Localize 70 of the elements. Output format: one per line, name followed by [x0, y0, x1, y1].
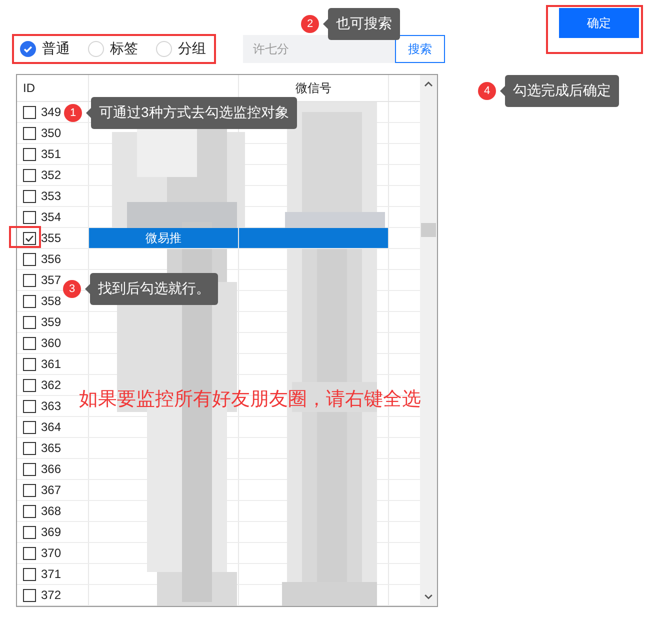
column-header: ID [23, 81, 35, 95]
checkbox[interactable] [23, 378, 36, 392]
checkbox[interactable] [23, 336, 36, 350]
scroll-up-icon[interactable] [424, 81, 433, 87]
row-id: 366 [41, 462, 62, 476]
filter-mode-radio[interactable]: 标签 [88, 40, 138, 58]
column-header: 微信号 [296, 80, 332, 96]
checkbox[interactable] [23, 504, 36, 518]
checkbox[interactable] [23, 210, 36, 224]
checkbox[interactable] [23, 442, 36, 454]
filter-mode-radio[interactable]: 普通 [20, 40, 70, 58]
tooltip: 可通过3种方式去勾选监控对象 [86, 97, 297, 129]
row-id: 365 [41, 441, 62, 455]
checkbox[interactable] [23, 546, 36, 560]
row-id: 369 [41, 525, 62, 539]
checkbox[interactable] [23, 484, 36, 496]
search-button[interactable]: 搜索 [395, 35, 445, 63]
confirm-button[interactable]: 确定 [559, 8, 639, 38]
selected-cell[interactable] [239, 228, 389, 248]
step-badge: 2 [301, 15, 319, 33]
row-id: 359 [41, 315, 62, 329]
checkbox[interactable] [23, 106, 36, 118]
checkbox[interactable] [23, 168, 36, 182]
checkbox[interactable] [23, 294, 36, 308]
filter-mode-radio[interactable]: 分组 [156, 40, 206, 58]
row-id: 360 [41, 336, 62, 350]
row-id: 349 [41, 105, 62, 119]
row-id: 358 [41, 294, 62, 308]
note-text: 如果要监控所有好友朋友圈，请右键全选 [79, 388, 421, 412]
scroll-down-icon[interactable] [424, 594, 433, 600]
checkbox[interactable] [23, 420, 36, 434]
checkbox[interactable] [23, 526, 36, 538]
checkbox[interactable] [23, 190, 36, 202]
selected-cell[interactable]: 微易推 [89, 228, 239, 248]
checkbox[interactable] [23, 316, 36, 328]
row-id: 355 [41, 231, 62, 245]
checkbox[interactable] [23, 126, 36, 140]
row-id: 367 [41, 483, 62, 497]
tooltip: 勾选完成后确定 [500, 75, 619, 107]
scroll-thumb[interactable] [421, 223, 436, 237]
tooltip: 也可搜索 [323, 8, 400, 40]
row-id: 350 [41, 126, 62, 140]
search-field[interactable]: 许七分 [243, 35, 395, 63]
row-id: 370 [41, 546, 62, 560]
row-id: 353 [41, 189, 62, 203]
checkbox[interactable] [23, 148, 36, 160]
row-id: 356 [41, 252, 62, 266]
tooltip: 找到后勾选就行。 [85, 273, 218, 305]
row-id: 357 [41, 273, 62, 287]
highlight-frame [9, 226, 41, 248]
row-id: 361 [41, 357, 62, 371]
checkbox[interactable] [23, 568, 36, 580]
checkbox[interactable] [23, 274, 36, 286]
row-id: 362 [41, 378, 62, 392]
scrollbar[interactable] [420, 75, 437, 606]
checkbox[interactable] [23, 252, 36, 266]
checkbox[interactable] [23, 462, 36, 476]
row-id: 354 [41, 210, 62, 224]
checkbox-checked[interactable] [23, 232, 36, 244]
checkbox[interactable] [23, 400, 36, 412]
row-id: 351 [41, 147, 62, 161]
checkbox[interactable] [23, 358, 36, 370]
row-id: 368 [41, 504, 62, 518]
row-id: 364 [41, 420, 62, 434]
row-id: 371 [41, 567, 62, 581]
row-id: 352 [41, 168, 62, 182]
row-id: 372 [41, 588, 62, 602]
row-id: 363 [41, 399, 62, 413]
step-badge: 4 [478, 82, 496, 100]
checkbox[interactable] [23, 588, 36, 602]
